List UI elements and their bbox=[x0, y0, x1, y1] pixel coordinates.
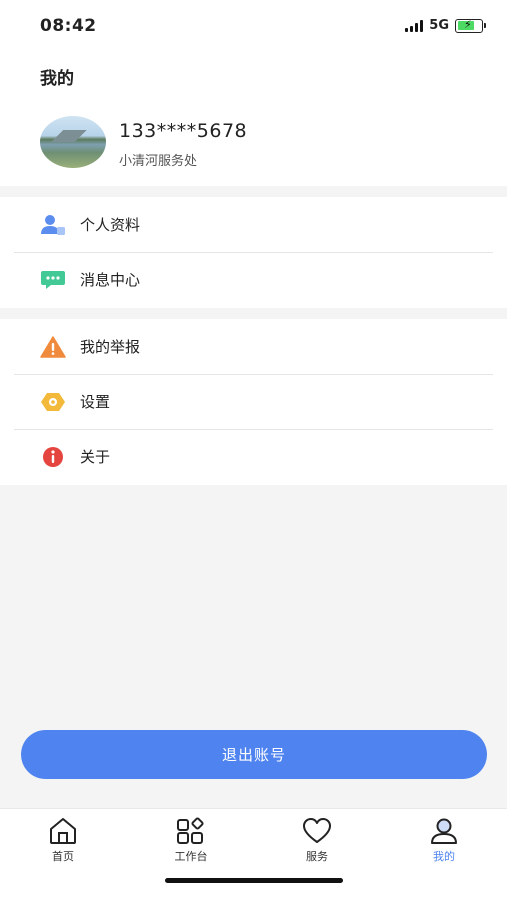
menu-label: 消息中心 bbox=[80, 271, 141, 289]
tab-label: 我的 bbox=[433, 850, 455, 863]
tab-mine[interactable]: 我的 bbox=[404, 817, 484, 867]
profile-icon bbox=[429, 817, 459, 845]
status-indicators: 5G ⚡ bbox=[405, 18, 486, 33]
menu-label: 设置 bbox=[80, 393, 111, 411]
workbench-icon bbox=[176, 817, 206, 845]
tab-service[interactable]: 服务 bbox=[277, 817, 357, 867]
status-bar: 08:42 5G ⚡ bbox=[0, 0, 507, 52]
signal-icon bbox=[405, 19, 424, 32]
page-title: 我的 bbox=[40, 69, 74, 89]
message-icon bbox=[40, 269, 66, 291]
menu-item-about[interactable]: 关于 bbox=[0, 429, 507, 484]
tab-label: 服务 bbox=[306, 850, 328, 863]
menu-item-messages[interactable]: 消息中心 bbox=[0, 252, 507, 307]
user-profile-icon bbox=[40, 214, 66, 236]
menu-label: 我的举报 bbox=[80, 338, 141, 356]
tab-label: 首页 bbox=[52, 850, 74, 863]
menu-label: 关于 bbox=[80, 448, 111, 466]
logout-button[interactable]: 退出账号 bbox=[21, 730, 487, 779]
network-type: 5G bbox=[429, 18, 449, 33]
warning-icon bbox=[40, 335, 66, 358]
home-indicator bbox=[165, 878, 343, 883]
profile-header: 我的 133****5678 小清河服务处 bbox=[0, 52, 507, 186]
status-time: 08:42 bbox=[40, 16, 97, 36]
menu-label: 个人资料 bbox=[80, 216, 141, 234]
heart-icon bbox=[302, 817, 332, 845]
user-phone: 133****5678 bbox=[119, 120, 248, 142]
menu-group-account: 个人资料 消息中心 bbox=[0, 197, 507, 308]
info-icon bbox=[40, 446, 66, 468]
user-org: 小清河服务处 bbox=[119, 154, 198, 169]
menu-item-settings[interactable]: 设置 bbox=[0, 374, 507, 429]
battery-icon: ⚡ bbox=[455, 18, 486, 33]
home-icon bbox=[48, 817, 78, 845]
settings-icon bbox=[40, 391, 66, 413]
tab-bar: 首页 工作台 服务 我的 bbox=[0, 808, 507, 900]
tab-home[interactable]: 首页 bbox=[23, 817, 103, 867]
tab-workbench[interactable]: 工作台 bbox=[151, 817, 231, 867]
menu-item-reports[interactable]: 我的举报 bbox=[0, 319, 507, 374]
avatar[interactable] bbox=[40, 116, 106, 168]
menu-group-general: 我的举报 设置 关于 bbox=[0, 319, 507, 485]
tab-label: 工作台 bbox=[174, 850, 208, 863]
menu-item-profile[interactable]: 个人资料 bbox=[0, 197, 507, 252]
